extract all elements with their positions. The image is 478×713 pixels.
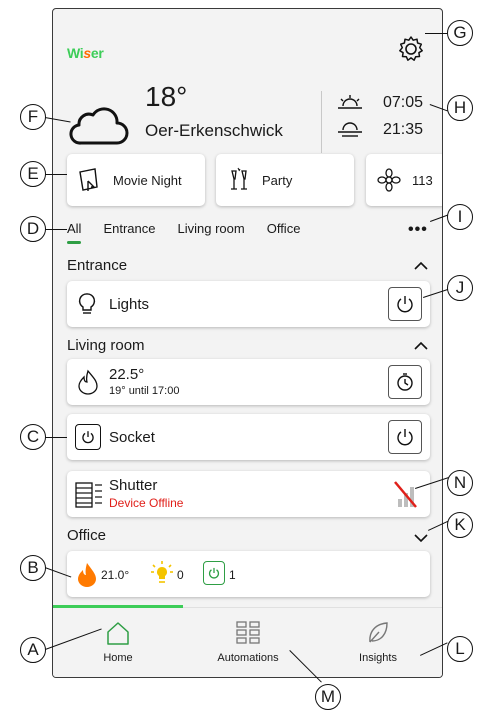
wiser-logo: Wiser xyxy=(67,45,104,61)
party-icon xyxy=(231,167,247,190)
callout-line-e xyxy=(45,174,67,176)
lights-label: Lights xyxy=(109,296,150,313)
socket-card[interactable]: Socket xyxy=(67,414,430,460)
nav-insights[interactable]: Insights xyxy=(313,608,442,677)
callout-c: C xyxy=(20,424,46,450)
tab-entrance[interactable]: Entrance xyxy=(103,221,155,242)
callout-i: I xyxy=(447,204,473,230)
scene-movie-night[interactable]: Movie Night xyxy=(67,154,205,206)
thermostat-temp: 22.5° xyxy=(109,366,145,383)
sunset-row: 21:35 xyxy=(337,121,423,139)
chevron-down-icon[interactable] xyxy=(414,533,428,543)
callout-k: K xyxy=(447,512,473,538)
bulb-icon xyxy=(78,293,96,314)
office-sockets-count: 1 xyxy=(229,568,236,582)
phone-frame: Wiser 18° Oer-Erkenschwick 07:05 21:35 M… xyxy=(52,8,443,678)
shutter-label: Shutter xyxy=(109,477,158,494)
tab-office[interactable]: Office xyxy=(267,221,301,242)
callout-b: B xyxy=(20,555,46,581)
timer-icon xyxy=(397,373,413,391)
room-tabs: All Entrance Living room Office xyxy=(67,221,322,244)
flame-filled-icon xyxy=(78,563,96,587)
thermostat-card[interactable]: 22.5° 19° until 17:00 xyxy=(67,359,430,405)
callout-j: J xyxy=(447,275,473,301)
callout-line-d xyxy=(45,229,67,231)
offline-signal-icon xyxy=(394,481,417,508)
office-lights-count: 0 xyxy=(177,568,184,582)
lights-card[interactable]: Lights xyxy=(67,281,430,327)
socket-on-icon xyxy=(203,561,225,585)
socket-label: Socket xyxy=(109,429,155,446)
callout-a: A xyxy=(20,637,46,663)
gear-icon[interactable] xyxy=(396,34,426,64)
callout-e: E xyxy=(20,161,46,187)
cloud-icon xyxy=(69,107,129,145)
section-entrance: Entrance xyxy=(67,257,128,274)
lights-power-button[interactable] xyxy=(388,287,422,321)
sunrise-icon xyxy=(338,95,362,109)
sunrise-row: 07:05 xyxy=(337,94,423,112)
chevron-up-icon[interactable] xyxy=(414,261,428,271)
temperature: 18° xyxy=(145,81,188,112)
callout-m: M xyxy=(315,684,341,710)
sunset-icon xyxy=(338,122,362,137)
insights-icon xyxy=(369,622,388,643)
active-indicator xyxy=(53,605,183,608)
home-icon xyxy=(107,622,129,645)
callout-g: G xyxy=(447,20,473,46)
chevron-up-icon[interactable] xyxy=(414,341,428,351)
callout-line-g xyxy=(425,33,447,35)
callout-line-c xyxy=(45,437,67,439)
section-living-room: Living room xyxy=(67,337,145,354)
socket-icon xyxy=(75,424,101,450)
callout-n: N xyxy=(447,470,473,496)
nav-home[interactable]: Home xyxy=(53,605,183,677)
tab-living-room[interactable]: Living room xyxy=(178,221,245,242)
shutter-status: Device Offline xyxy=(109,496,184,510)
tab-all[interactable]: All xyxy=(67,221,82,244)
callout-d: D xyxy=(20,216,46,242)
timer-button[interactable] xyxy=(388,365,422,399)
callout-l: L xyxy=(447,636,473,662)
flower-icon xyxy=(377,168,401,192)
automations-icon xyxy=(236,621,260,644)
power-icon xyxy=(397,429,413,446)
section-office: Office xyxy=(67,527,106,544)
bottom-nav: Home Automations Insights xyxy=(53,605,442,677)
power-icon xyxy=(397,296,413,313)
scene-party[interactable]: Party xyxy=(216,154,354,206)
nav-automations[interactable]: Automations xyxy=(183,608,313,677)
shutter-card[interactable]: Shutter Device Offline xyxy=(67,471,430,517)
callout-f: F xyxy=(20,104,46,130)
flame-icon xyxy=(78,369,98,395)
movie-night-icon xyxy=(79,168,98,191)
office-temp: 21.0° xyxy=(101,568,130,582)
office-summary-card[interactable]: 21.0° 0 1 xyxy=(67,551,430,597)
socket-power-button[interactable] xyxy=(388,420,422,454)
bulb-lit-icon xyxy=(151,561,173,583)
scene-113[interactable]: 113 xyxy=(366,154,442,206)
thermostat-schedule: 19° until 17:00 xyxy=(109,385,180,397)
divider xyxy=(321,91,322,153)
callout-h: H xyxy=(447,95,473,121)
shutter-icon xyxy=(75,482,102,508)
more-tabs-icon[interactable]: ••• xyxy=(408,221,428,239)
city-name: Oer-Erkenschwick xyxy=(145,121,283,140)
